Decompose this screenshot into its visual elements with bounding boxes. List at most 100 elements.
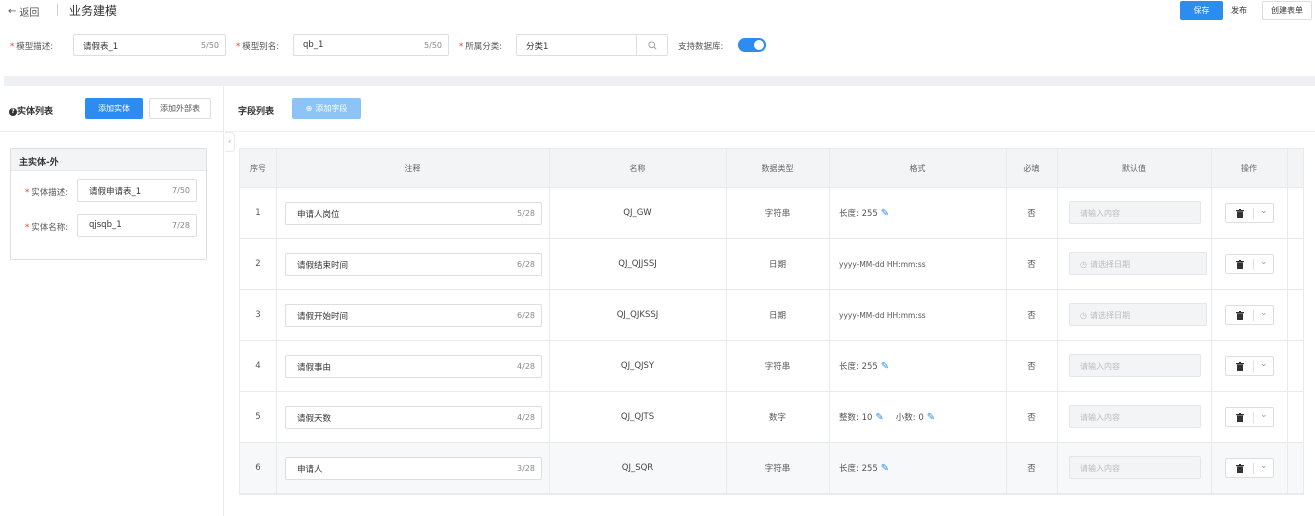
trash-icon[interactable] <box>1236 260 1244 269</box>
chevron-down-icon[interactable]: ⌄ <box>1260 257 1268 267</box>
trash-icon[interactable] <box>1236 311 1244 320</box>
divider <box>57 4 58 16</box>
chevron-down-icon[interactable]: ⌄ <box>1260 308 1268 318</box>
field-required: 否 <box>1027 464 1036 474</box>
action-divider <box>1253 361 1254 372</box>
note-input[interactable]: 请假结束时间 6/28 <box>285 253 542 276</box>
clock-icon: ◷ <box>1080 260 1087 269</box>
collapse-panel-button[interactable]: ‹ <box>225 132 235 152</box>
entity-name-input[interactable]: qjsqb_1 7/28 <box>77 214 197 237</box>
main-entity-title: 主实体-外 <box>11 149 206 171</box>
default-value-input[interactable]: 请输入内容 <box>1069 354 1201 377</box>
note-input[interactable]: 请假天数 4/28 <box>285 406 542 429</box>
chevron-down-icon[interactable]: ⌄ <box>1260 410 1268 420</box>
field-name: QJ_QJTS <box>620 412 655 422</box>
default-placeholder: 请选择日期 <box>1089 311 1130 320</box>
model-alias-input[interactable]: qb_1 5/50 <box>293 34 449 56</box>
field-format: yyyy-MM-dd HH:mm:ss <box>829 290 1006 340</box>
field-format: 长度: 255 ✎ <box>829 188 1006 238</box>
field-name: QJ_QJKSSJ <box>616 310 659 320</box>
format-length-text: yyyy-MM-dd HH:mm:ss <box>839 259 926 269</box>
add-entity-button[interactable]: 添加实体 <box>85 98 143 119</box>
entity-desc-input[interactable]: 请假申请表_1 7/50 <box>77 179 197 202</box>
row-action-button[interactable]: ⌄ <box>1225 305 1274 325</box>
default-value-input[interactable]: 请输入内容 <box>1069 456 1201 479</box>
format-length-text: 整数: 10 <box>839 413 873 423</box>
note-count: 6/28 <box>517 311 535 320</box>
entity-panel-header: ? 实体列表 添加实体 添加外部表 <box>0 86 223 132</box>
default-value-input[interactable]: 请输入内容 <box>1069 201 1201 224</box>
note-value: 申请人 <box>297 465 323 475</box>
note-input[interactable]: 申请人岗位 5/28 <box>285 202 542 225</box>
col-header-no: 序号 <box>250 163 266 173</box>
trash-icon[interactable] <box>1236 362 1244 371</box>
field-required: 否 <box>1027 413 1036 423</box>
clock-icon: ◷ <box>1080 311 1087 320</box>
note-input[interactable]: 申请人 3/28 <box>285 457 542 480</box>
back-link[interactable]: ← 返回 <box>8 4 39 19</box>
format-length-text: 长度: 255 <box>839 464 878 474</box>
field-type: 日期 <box>768 260 786 270</box>
entity-desc-label: * 实体描述: <box>25 188 69 198</box>
edit-pencil-icon[interactable]: ✎ <box>881 361 889 372</box>
format-length-text: yyyy-MM-dd HH:mm:ss <box>839 310 926 320</box>
note-value: 请假天数 <box>297 414 332 424</box>
row-action-button[interactable]: ⌄ <box>1225 356 1274 376</box>
section-divider-band <box>4 76 1315 86</box>
category-input[interactable]: 分类1 <box>516 34 637 56</box>
model-alias-count: 5/50 <box>424 41 442 50</box>
row-number: 6 <box>255 463 261 473</box>
category-search-button[interactable] <box>637 34 668 56</box>
default-placeholder: 请输入内容 <box>1080 209 1120 218</box>
model-desc-value: 请假表_1 <box>83 42 119 52</box>
chevron-down-icon[interactable]: ⌄ <box>1260 359 1268 369</box>
add-field-button[interactable]: ⊕ 添加字段 <box>292 98 361 119</box>
default-value-input[interactable]: 请输入内容 <box>1069 405 1201 428</box>
table-row: 2 请假结束时间 6/28 QJ_QJJSSJ 日期 yyyy-MM-dd HH:mm:s… <box>240 239 1303 290</box>
trash-icon[interactable] <box>1236 209 1244 218</box>
field-type: 字符串 <box>764 362 791 372</box>
create-form-button[interactable]: 创建表单 <box>1262 1 1312 20</box>
field-type: 字符串 <box>764 209 791 219</box>
model-desc-input[interactable]: 请假表_1 5/50 <box>73 34 226 56</box>
note-input[interactable]: 请假开始时间 6/28 <box>285 304 542 327</box>
row-number: 3 <box>255 310 261 320</box>
row-action-button[interactable]: ⌄ <box>1225 407 1274 427</box>
category-label: * 所属分类: <box>459 42 503 52</box>
field-name: QJ_QJSY <box>620 361 655 371</box>
add-external-table-button[interactable]: 添加外部表 <box>149 98 211 119</box>
default-placeholder: 请选择日期 <box>1089 260 1130 269</box>
row-action-button[interactable]: ⌄ <box>1225 203 1274 223</box>
note-value: 请假结束时间 <box>297 261 349 271</box>
trash-icon[interactable] <box>1236 413 1244 422</box>
field-name: QJ_GW <box>623 208 652 218</box>
entity-desc-count: 7/50 <box>172 186 190 195</box>
row-action-button[interactable]: ⌄ <box>1225 458 1274 478</box>
chevron-down-icon[interactable]: ⌄ <box>1260 461 1268 471</box>
publish-button[interactable]: 发布 <box>1223 1 1255 20</box>
field-panel-header: 字段列表 ⊕ 添加字段 <box>225 86 1315 132</box>
row-number: 5 <box>255 412 261 422</box>
field-required: 否 <box>1027 362 1036 372</box>
top-bar: ← 返回 业务建模 保存 发布 创建表单 <box>0 0 1315 22</box>
row-action-button[interactable]: ⌄ <box>1225 254 1274 274</box>
help-icon[interactable]: ? <box>9 108 17 116</box>
page-title: 业务建模 <box>69 4 118 18</box>
search-icon <box>647 40 656 49</box>
edit-pencil-icon[interactable]: ✎ <box>881 463 889 474</box>
default-date-picker[interactable]: ◷ 请选择日期 <box>1069 303 1207 326</box>
chevron-down-icon[interactable]: ⌄ <box>1260 206 1268 216</box>
format-decimal-text: 小数: 0 <box>895 413 924 423</box>
db-support-toggle[interactable] <box>738 38 766 52</box>
save-button[interactable]: 保存 <box>1180 1 1223 20</box>
chevron-left-icon: ‹ <box>227 137 232 147</box>
trash-icon[interactable] <box>1236 464 1244 473</box>
default-date-picker[interactable]: ◷ 请选择日期 <box>1069 252 1207 275</box>
col-header-action: 操作 <box>1241 163 1257 173</box>
note-input[interactable]: 请假事由 4/28 <box>285 355 542 378</box>
edit-pencil-icon[interactable]: ✎ <box>927 412 935 423</box>
table-row: 1 申请人岗位 5/28 QJ_GW 字符串 长度: 255 ✎ 否 请输入内容 ⌄ <box>240 188 1303 239</box>
edit-pencil-icon[interactable]: ✎ <box>881 208 889 219</box>
edit-pencil-icon[interactable]: ✎ <box>875 412 883 423</box>
format-length-text: 长度: 255 <box>839 209 878 219</box>
